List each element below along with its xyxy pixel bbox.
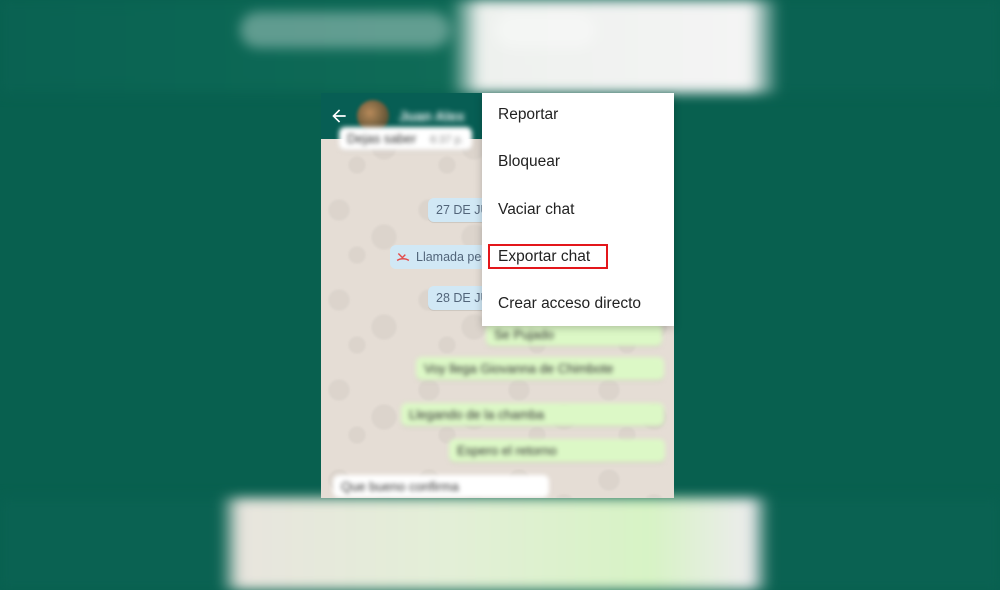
missed-call-notice[interactable]: Llamada pe bbox=[390, 245, 490, 269]
message-text: Llegando de la chamba bbox=[409, 407, 545, 422]
message-text: Se Pujado bbox=[494, 327, 554, 342]
arrow-back-icon[interactable] bbox=[327, 104, 351, 128]
message-text: Que bueno confirma bbox=[341, 479, 459, 494]
blurred-ghost-element bbox=[495, 12, 595, 48]
outgoing-message[interactable]: Voy llega Giovanna de Chimbote bbox=[416, 357, 664, 380]
incoming-message[interactable]: Dejas saber 6:37 p. bbox=[339, 127, 472, 150]
menu-item-bloquear[interactable]: Bloquear bbox=[498, 150, 560, 174]
menu-item-exportar-chat[interactable]: Exportar chat bbox=[498, 245, 590, 269]
message-text: Voy llega Giovanna de Chimbote bbox=[424, 361, 614, 376]
menu-item-crear-acceso-directo[interactable]: Crear acceso directo bbox=[498, 292, 641, 316]
message-text: Dejas saber bbox=[347, 131, 417, 146]
outgoing-message[interactable]: Se Pujado bbox=[486, 323, 662, 346]
blurred-background-bottom bbox=[0, 498, 1000, 590]
message-time: 6:37 p. bbox=[430, 134, 464, 146]
blurred-ghost-element bbox=[240, 12, 450, 48]
missed-call-label: Llamada pe bbox=[416, 250, 482, 264]
missed-call-icon bbox=[396, 252, 410, 262]
outgoing-message[interactable]: Llegando de la chamba bbox=[401, 403, 664, 426]
incoming-message[interactable]: Que bueno confirma bbox=[333, 475, 549, 498]
contact-name[interactable]: Juan Alex bbox=[399, 108, 465, 124]
blurred-background-top bbox=[0, 0, 1000, 93]
message-text: Espero el retorno bbox=[457, 443, 557, 458]
outgoing-message[interactable]: Espero el retorno bbox=[449, 439, 665, 462]
overflow-menu: Reportar Bloquear Vaciar chat Exportar c… bbox=[482, 93, 674, 326]
menu-item-reportar[interactable]: Reportar bbox=[498, 103, 558, 127]
menu-item-vaciar-chat[interactable]: Vaciar chat bbox=[498, 198, 574, 222]
